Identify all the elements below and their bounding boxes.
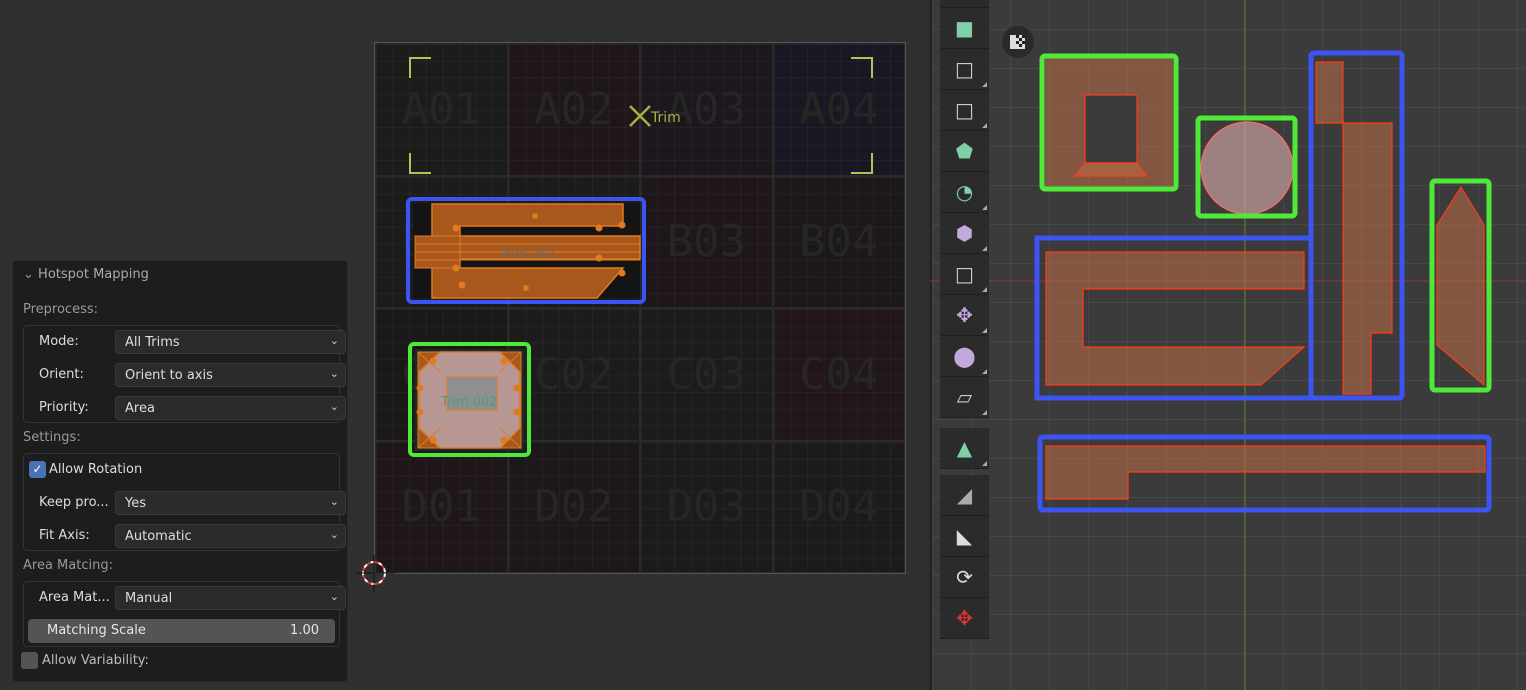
chevron-down-icon: ⌄ [23,267,34,282]
chevron-down-icon: ⌄ [329,334,339,347]
viewport-overlay [930,0,1526,690]
mesh-frame-square[interactable] [1039,53,1179,192]
hotspot-mapping-panel: ⌄ Hotspot Mapping Preprocess: Mode: All … [12,260,348,682]
fit-axis-value: Automatic [125,529,192,544]
toolbar-top-edge [940,0,989,8]
chevron-down-icon: ⌄ [329,590,339,603]
trim-002-label: Trim.002 [440,395,498,410]
area-matching-dropdown[interactable]: Manual ⌄ [115,586,346,610]
allow-rotation-label[interactable]: Allow Rotation [49,462,142,477]
panel-header[interactable]: ⌄ Hotspot Mapping [23,267,149,282]
checker-texture-icon[interactable] [1002,26,1034,58]
section-settings: Settings: [23,430,81,445]
keep-proportions-label: Keep pro... [39,495,109,510]
area-matching-box: Area Mat... Manual ⌄ Matching Scale 1.00 [23,581,346,647]
allow-rotation-checkbox[interactable]: ✓ [29,461,46,478]
allow-variability-label[interactable]: Allow Variability: [42,653,149,668]
chevron-down-icon: ⌄ [329,367,339,380]
spin-icon[interactable]: □ [940,254,989,295]
knife-icon[interactable]: ◔ [940,172,989,213]
mode-label: Mode: [39,334,79,349]
trim-001-label: Trim.001 [499,247,557,262]
mesh-circle[interactable] [1195,115,1298,219]
shrink-fatten-icon[interactable]: ▱ [940,377,989,418]
orient-label: Orient: [39,367,84,382]
uv-editor[interactable]: A01 A02 A03 A04 B01 B02 B03 B04 C01 C02 … [0,0,928,690]
orient-dropdown[interactable]: Orient to axis ⌄ [115,363,346,387]
area-matching-label: Area Mat... [39,590,110,605]
matching-scale-slider[interactable]: Matching Scale 1.00 [28,619,335,643]
mesh-vertical-strip[interactable] [1308,50,1405,401]
keep-proportions-dropdown[interactable]: Yes ⌄ [115,491,346,515]
measure-icon[interactable]: ◣ [940,516,989,557]
trim-002[interactable]: Trim.002 [408,342,531,457]
area-matching-value: Manual [125,591,173,606]
panel-title: Hotspot Mapping [38,267,149,282]
allow-variability-checkbox[interactable] [21,652,38,669]
mesh-bracket[interactable] [1034,235,1314,401]
chevron-down-icon: ⌄ [329,495,339,508]
matching-scale-label: Matching Scale [47,623,146,638]
mesh-horizontal-strip[interactable] [1037,434,1492,513]
hotspot-icon[interactable]: ▲ [940,428,989,469]
matching-scale-value: 1.00 [290,623,319,638]
extrude-region-icon[interactable]: ■ [940,8,989,49]
priority-dropdown[interactable]: Area ⌄ [115,396,346,420]
annotate-icon[interactable]: ◢ [940,475,989,516]
chevron-down-icon: ⌄ [329,528,339,541]
2d-cursor-icon[interactable] [356,555,395,592]
transform-icon[interactable]: ⟳ [940,557,989,598]
3d-viewport[interactable] [930,0,1526,690]
bevel-icon[interactable]: □ [940,90,989,131]
orient-value: Orient to axis [125,368,213,383]
mode-value: All Trims [125,335,180,350]
fit-axis-dropdown[interactable]: Automatic ⌄ [115,524,346,548]
move-icon[interactable]: ✥ [940,598,989,639]
tool-shelf: ■ □ □ ⬟ ◔ ⬢ □ ✥ ⬤ ▱ ▲ ◢ ◣ ⟳ ✥ [940,0,989,639]
toolbar-gap [940,418,989,428]
trim-label: Trim [650,110,681,126]
section-preprocess: Preprocess: [23,302,99,317]
fit-axis-label: Fit Axis: [39,528,90,543]
chevron-down-icon: ⌄ [329,400,339,413]
edge-slide-icon[interactable]: ⬤ [940,336,989,377]
loop-cut-icon[interactable]: ⬟ [940,131,989,172]
trim-marker[interactable]: Trim [629,105,681,127]
trim-001[interactable]: Trim.001 [406,197,646,304]
mode-dropdown[interactable]: All Trims ⌄ [115,330,346,354]
settings-box: ✓ Allow Rotation Keep pro... Yes ⌄ Fit Ax… [23,453,346,551]
priority-label: Priority: [39,400,89,415]
poly-build-icon[interactable]: ⬢ [940,213,989,254]
inset-faces-icon[interactable]: □ [940,49,989,90]
section-area-matching: Area Matcing: [23,558,113,573]
priority-value: Area [125,401,155,416]
mesh-pointed-strip[interactable] [1429,178,1492,393]
keep-proportions-value: Yes [125,496,146,511]
preprocess-box: Mode: All Trims ⌄ Orient: Orient to axis ⌄… [23,325,346,423]
smooth-icon[interactable]: ✥ [940,295,989,336]
